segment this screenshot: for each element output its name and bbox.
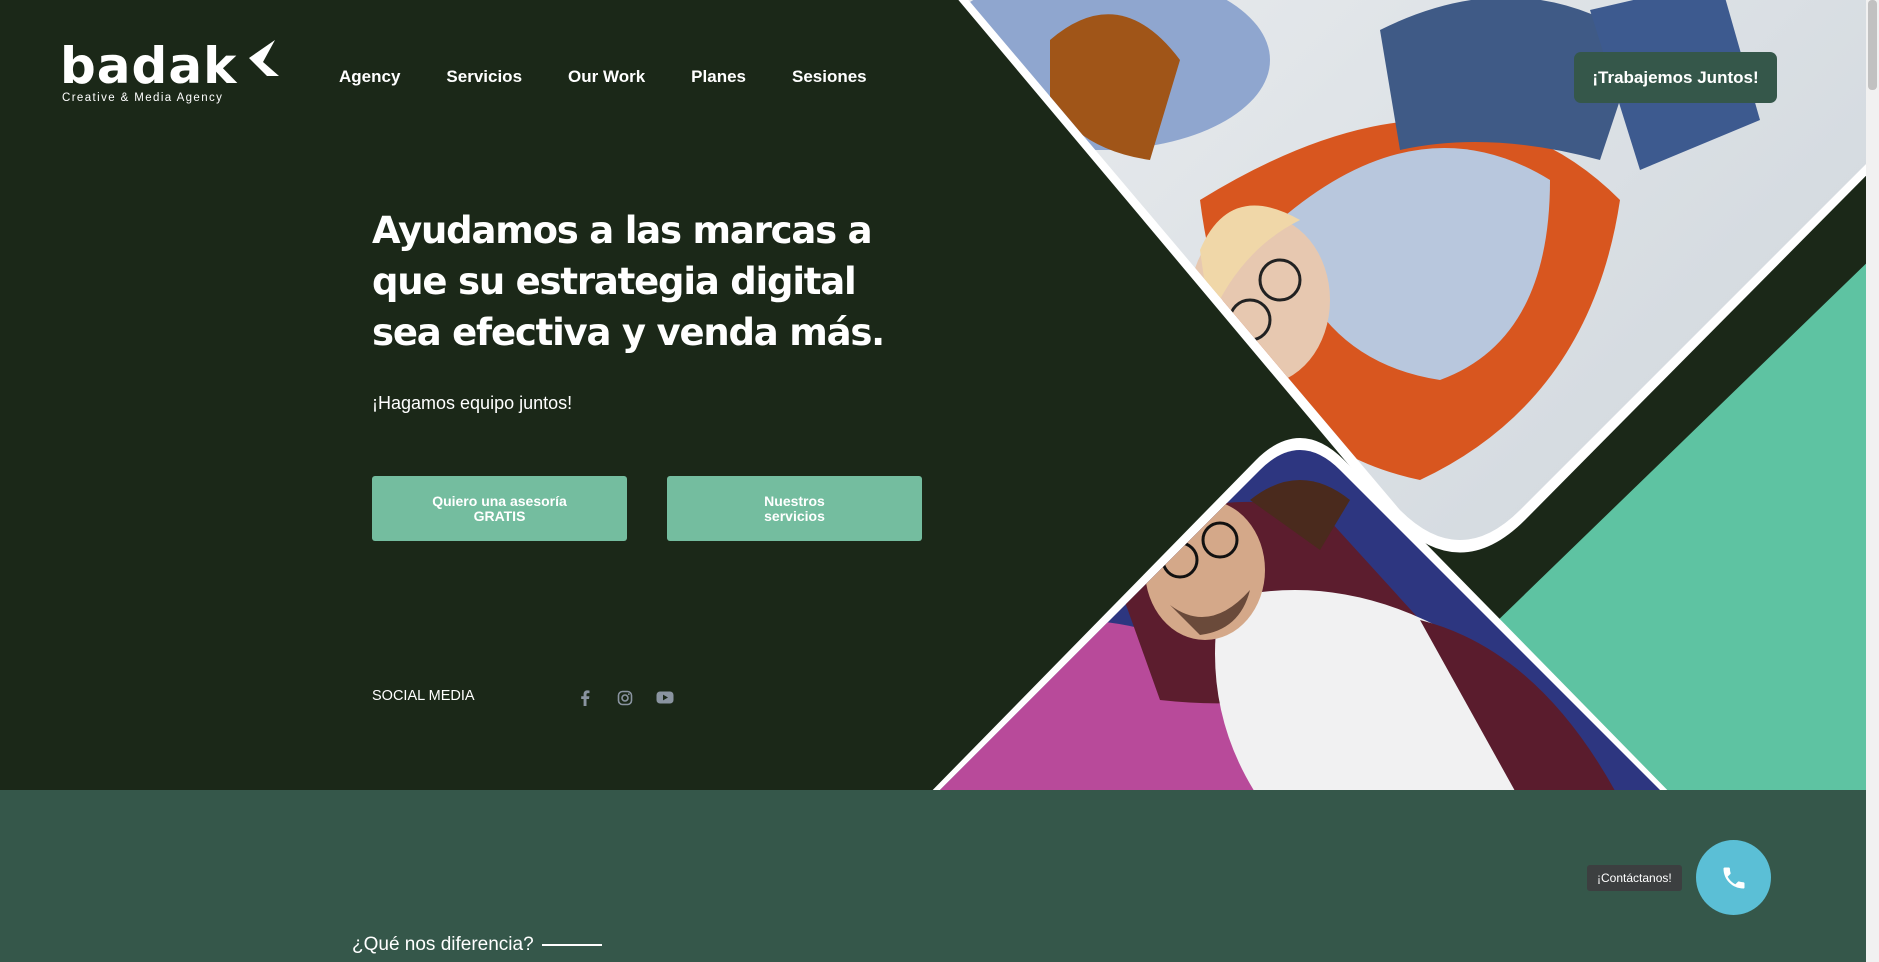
main-nav: Agency Servicios Our Work Planes Sesione… bbox=[339, 67, 867, 87]
hero-photo-bottom bbox=[930, 438, 1670, 790]
scrollbar-track[interactable] bbox=[1866, 0, 1879, 962]
trabajemos-juntos-button[interactable]: ¡Trabajemos Juntos! bbox=[1574, 52, 1777, 103]
nav-item-our-work[interactable]: Our Work bbox=[568, 67, 645, 87]
nav-item-agency[interactable]: Agency bbox=[339, 67, 400, 87]
youtube-icon[interactable] bbox=[655, 688, 674, 707]
logo-wordmark: badak bbox=[60, 37, 238, 95]
scrollbar-thumb[interactable] bbox=[1868, 0, 1877, 90]
facebook-icon[interactable] bbox=[575, 688, 594, 707]
hero-headline: Ayudamos a las marcas a que su estrategi… bbox=[372, 209, 885, 354]
nav-item-sesiones[interactable]: Sesiones bbox=[792, 67, 867, 87]
social-links bbox=[575, 688, 674, 707]
nuestros-servicios-button[interactable]: Nuestros servicios bbox=[667, 476, 922, 541]
hero-section: badak Creative & Media Agency Agency Ser… bbox=[0, 0, 1866, 790]
phone-contact-button[interactable] bbox=[1696, 840, 1771, 915]
logo[interactable]: badak Creative & Media Agency bbox=[60, 37, 279, 104]
phone-icon bbox=[1723, 867, 1744, 888]
asesoria-gratis-button[interactable]: Quiero una asesoría GRATIS bbox=[372, 476, 627, 541]
logo-tagline: Creative & Media Agency bbox=[62, 92, 224, 104]
logo-k-mark-icon bbox=[249, 40, 279, 76]
nav-item-servicios[interactable]: Servicios bbox=[446, 67, 522, 87]
page: badak Creative & Media Agency Agency Ser… bbox=[0, 0, 1866, 962]
heading-underline bbox=[541, 944, 602, 946]
differentiators-title: ¿Qué nos diferencia? bbox=[352, 934, 534, 955]
nuestros-servicios-label: Nuestros servicios bbox=[764, 492, 825, 524]
nav-item-planes[interactable]: Planes bbox=[691, 67, 746, 87]
hero-subheadline: ¡Hagamos equipo juntos! bbox=[372, 393, 573, 413]
instagram-icon[interactable] bbox=[615, 688, 634, 707]
asesoria-gratis-label: Quiero una asesoría GRATIS bbox=[432, 492, 567, 524]
contact-tooltip: ¡Contáctanos! bbox=[1587, 865, 1682, 891]
differentiators-heading: ¿Qué nos diferencia? bbox=[352, 934, 602, 956]
social-media-label: SOCIAL MEDIA bbox=[372, 688, 475, 704]
